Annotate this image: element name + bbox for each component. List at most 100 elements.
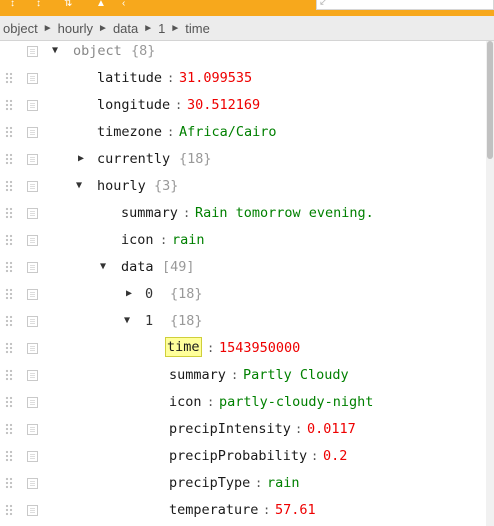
field-colon: :	[183, 206, 191, 220]
tree-row-data: ▼ data [49]	[0, 254, 486, 281]
field-key[interactable]: icon	[121, 231, 154, 249]
expand-toggle-icon[interactable]: ▶	[126, 287, 132, 301]
context-menu-icon[interactable]	[27, 100, 38, 111]
expand-all-icon[interactable]: ↕	[10, 0, 22, 8]
field-key[interactable]: object	[73, 42, 122, 60]
drag-handle-icon[interactable]	[5, 369, 13, 381]
drag-handle-icon[interactable]	[5, 423, 13, 435]
field-value[interactable]: 30.512169	[187, 96, 260, 114]
context-menu-icon[interactable]	[27, 316, 38, 327]
field-key[interactable]: hourly	[97, 177, 146, 195]
expand-toggle-icon[interactable]: ▼	[76, 179, 82, 193]
expand-toggle-icon[interactable]: ▶	[78, 152, 84, 166]
field-value[interactable]: rain	[172, 231, 205, 249]
field-value[interactable]: 0.2	[323, 447, 347, 465]
undo-icon[interactable]: ‹	[122, 0, 134, 8]
field-colon: :	[175, 98, 183, 112]
tree-row-precipintensity: precipIntensity : 0.0117	[0, 416, 486, 443]
field-colon: :	[207, 341, 215, 355]
drag-handle-icon[interactable]	[5, 261, 13, 273]
breadcrumb-separator-icon: ►	[42, 22, 53, 34]
context-menu-icon[interactable]	[27, 505, 38, 516]
drag-handle-icon[interactable]	[5, 72, 13, 84]
field-value[interactable]: Africa/Cairo	[179, 123, 277, 141]
field-value[interactable]: 57.61	[275, 501, 316, 519]
field-colon: :	[231, 368, 239, 382]
context-menu-icon[interactable]	[27, 154, 38, 165]
field-key[interactable]: timezone	[97, 123, 162, 141]
field-key[interactable]: longitude	[97, 96, 170, 114]
context-menu-icon[interactable]	[27, 46, 38, 57]
context-menu-icon[interactable]	[27, 181, 38, 192]
drag-handle-icon[interactable]	[5, 126, 13, 138]
collapse-all-icon[interactable]: ↕	[36, 0, 48, 8]
context-menu-icon[interactable]	[27, 235, 38, 246]
drag-handle-icon[interactable]	[5, 288, 13, 300]
field-count: {8}	[131, 43, 156, 59]
context-menu-icon[interactable]	[27, 370, 38, 381]
expand-toggle-icon[interactable]: ▼	[124, 314, 130, 328]
context-menu-icon[interactable]	[27, 343, 38, 354]
sort-icon[interactable]: ⇅	[64, 0, 76, 8]
field-value[interactable]: 31.099535	[179, 69, 252, 87]
drag-handle-icon[interactable]	[5, 234, 13, 246]
context-menu-icon[interactable]	[27, 397, 38, 408]
scrollbar-thumb[interactable]	[487, 41, 493, 159]
field-key[interactable]: latitude	[97, 69, 162, 87]
search-box[interactable]: ↙	[316, 0, 494, 10]
drag-handle-icon[interactable]	[5, 477, 13, 489]
context-menu-icon[interactable]	[27, 262, 38, 273]
array-index: 0	[145, 286, 154, 302]
tree-row-currently: ▶ currently {18}	[0, 146, 486, 173]
array-index: 1	[145, 313, 154, 329]
context-menu-icon[interactable]	[27, 127, 38, 138]
context-menu-icon[interactable]	[27, 73, 38, 84]
field-key[interactable]: currently	[97, 150, 170, 168]
drag-handle-icon[interactable]	[5, 450, 13, 462]
field-key[interactable]: precipType	[169, 474, 250, 492]
tree-row-hourly: ▼ hourly {3}	[0, 173, 486, 200]
field-colon: :	[295, 422, 303, 436]
drag-handle-icon[interactable]	[5, 342, 13, 354]
breadcrumb-item-time[interactable]: time	[185, 21, 210, 36]
context-menu-icon[interactable]	[27, 451, 38, 462]
field-key[interactable]: precipIntensity	[169, 420, 291, 438]
context-menu-icon[interactable]	[27, 424, 38, 435]
breadcrumb-item-object[interactable]: object	[3, 21, 38, 36]
expand-toggle-icon[interactable]: ▼	[52, 44, 58, 58]
context-menu-icon[interactable]	[27, 208, 38, 219]
field-key[interactable]: precipProbability	[169, 447, 307, 465]
field-value[interactable]: 1543950000	[219, 339, 300, 357]
field-value[interactable]: Rain tomorrow evening.	[195, 204, 374, 222]
breadcrumb-item-1[interactable]: 1	[158, 21, 165, 36]
field-key[interactable]: icon	[169, 393, 202, 411]
field-colon: :	[167, 125, 175, 139]
field-colon: :	[207, 395, 215, 409]
field-value[interactable]: partly-cloudy-night	[219, 393, 373, 411]
field-key[interactable]: summary	[169, 366, 226, 384]
field-value[interactable]: Partly Cloudy	[243, 366, 349, 384]
tree-row-preciptype: precipType : rain	[0, 470, 486, 497]
field-key-selected[interactable]: time	[165, 337, 202, 357]
field-key[interactable]: data	[121, 258, 154, 276]
drag-handle-icon[interactable]	[5, 99, 13, 111]
tree-row-timezone: timezone : Africa/Cairo	[0, 119, 486, 146]
filter-icon[interactable]: ▲	[96, 0, 108, 8]
drag-handle-icon[interactable]	[5, 396, 13, 408]
drag-handle-icon[interactable]	[5, 504, 13, 516]
field-value[interactable]: 0.0117	[307, 420, 356, 438]
context-menu-icon[interactable]	[27, 478, 38, 489]
breadcrumb-item-data[interactable]: data	[113, 21, 138, 36]
expand-toggle-icon[interactable]: ▼	[100, 260, 106, 274]
drag-handle-icon[interactable]	[5, 153, 13, 165]
field-key[interactable]: summary	[121, 204, 178, 222]
drag-handle-icon[interactable]	[5, 180, 13, 192]
field-value[interactable]: rain	[267, 474, 300, 492]
field-colon: :	[311, 449, 319, 463]
drag-handle-icon[interactable]	[5, 207, 13, 219]
breadcrumb-item-hourly[interactable]: hourly	[58, 21, 93, 36]
drag-handle-icon[interactable]	[5, 315, 13, 327]
field-key[interactable]: temperature	[169, 501, 258, 519]
tree-row-summary: summary : Partly Cloudy	[0, 362, 486, 389]
context-menu-icon[interactable]	[27, 289, 38, 300]
